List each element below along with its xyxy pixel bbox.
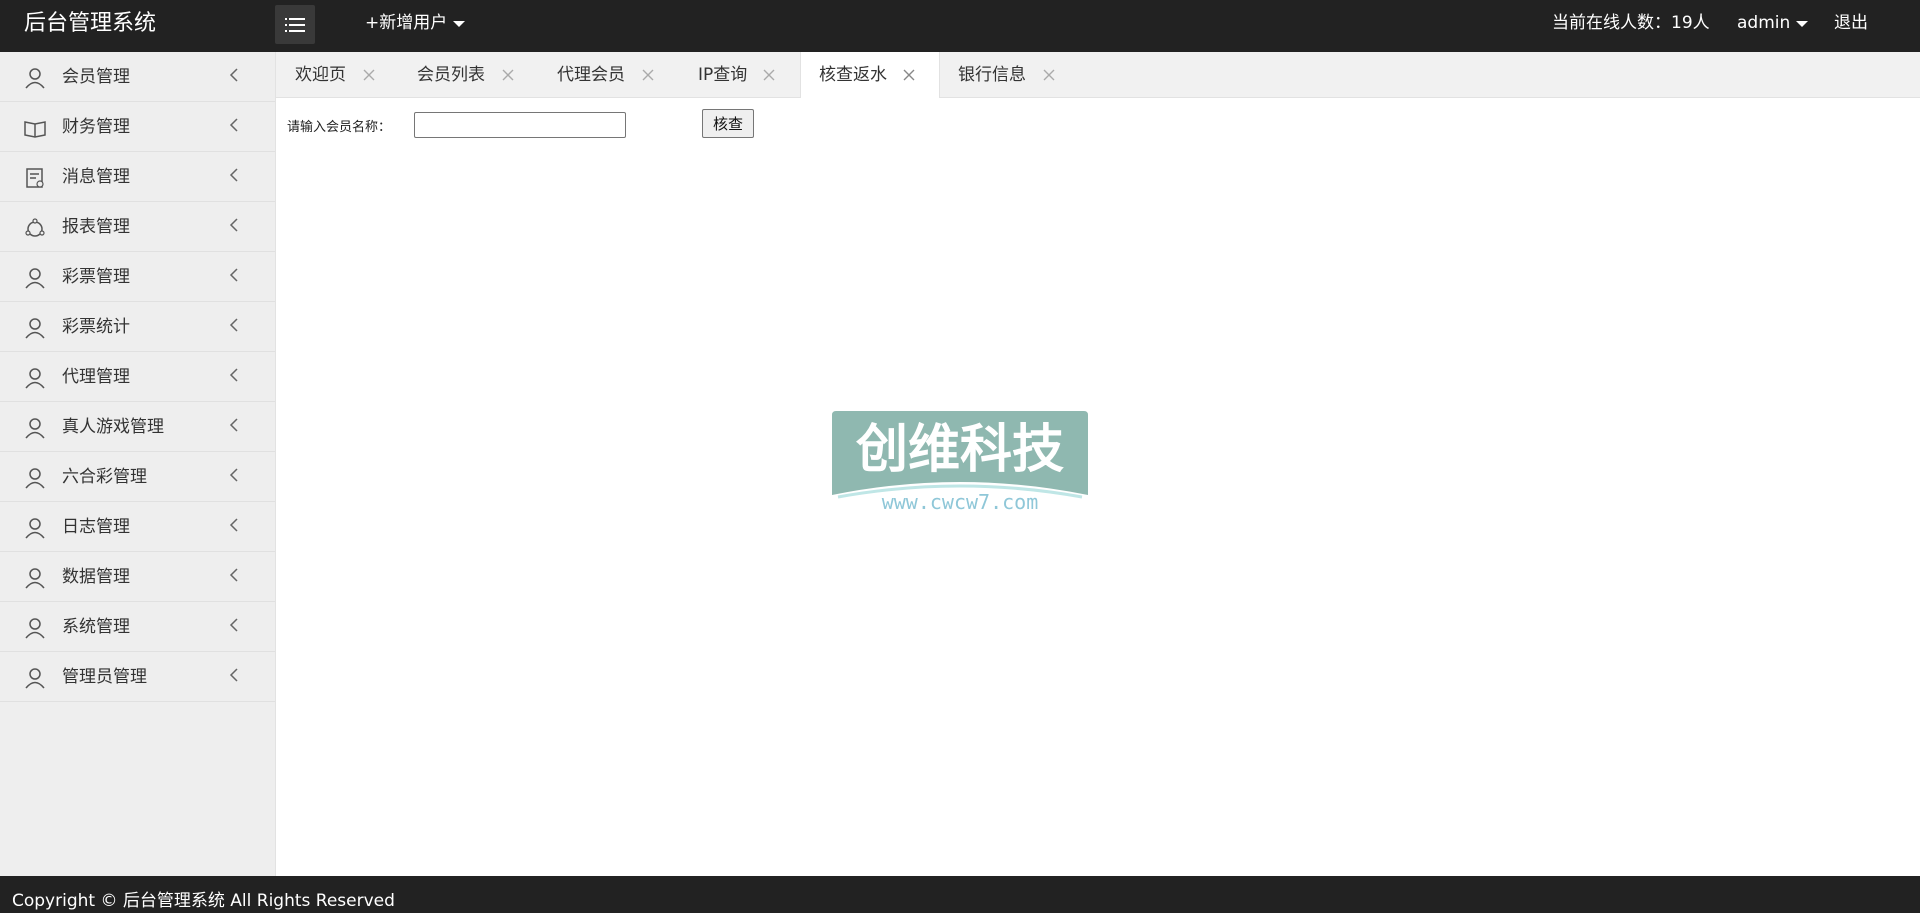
add-user-label: +新增用户 — [365, 13, 448, 33]
tab-check-rebate[interactable]: 核查返水 — [800, 52, 940, 99]
top-header: 后台管理系统 +新增用户 当前在线人数：19人 admin 退出 — [0, 0, 1920, 52]
user-icon — [25, 618, 45, 639]
watermark-url: www.cwcw7.com — [882, 490, 1039, 514]
sidebar-item-label: 报表管理 — [62, 217, 130, 237]
user-icon — [25, 368, 45, 389]
member-name-input[interactable] — [414, 112, 626, 138]
sidebar-item-finance[interactable]: 财务管理 — [0, 102, 275, 152]
chevron-left-icon — [229, 418, 238, 432]
sidebar-item-label: 系统管理 — [62, 617, 130, 637]
sidebar-item-lottery[interactable]: 彩票管理 — [0, 252, 275, 302]
sidebar-item-label: 管理员管理 — [62, 667, 147, 687]
user-icon — [25, 568, 45, 589]
sidebar-item-report[interactable]: 报表管理 — [0, 202, 275, 252]
sidebar-item-label: 日志管理 — [62, 517, 130, 537]
logout-link[interactable]: 退出 — [1834, 0, 1868, 47]
close-icon[interactable] — [1043, 69, 1055, 81]
sidebar-item-lottery-stats[interactable]: 彩票统计 — [0, 302, 275, 352]
chevron-left-icon — [229, 468, 238, 482]
sidebar-item-mark-six[interactable]: 六合彩管理 — [0, 452, 275, 502]
close-icon[interactable] — [363, 69, 375, 81]
sidebar-item-agent[interactable]: 代理管理 — [0, 352, 275, 402]
chevron-left-icon — [229, 618, 238, 632]
sidebar-item-label: 彩票管理 — [62, 267, 130, 287]
chevron-left-icon — [229, 368, 238, 382]
online-count: 当前在线人数：19人 — [1552, 13, 1710, 33]
check-button[interactable]: 核查 — [702, 109, 754, 138]
chevron-left-icon — [229, 668, 238, 682]
close-icon[interactable] — [502, 69, 514, 81]
sidebar-item-label: 会员管理 — [62, 67, 130, 87]
tab-bank-info[interactable]: 银行信息 — [958, 52, 1026, 98]
sidebar-item-live-game[interactable]: 真人游戏管理 — [0, 402, 275, 452]
chevron-left-icon — [229, 318, 238, 332]
member-name-label: 请输入会员名称： — [287, 120, 392, 135]
main-content: 请输入会员名称： 核查 创维科技 www.cwcw7.com — [276, 98, 1920, 876]
watermark-title: 创维科技 — [855, 420, 1064, 480]
tab-welcome[interactable]: 欢迎页 — [295, 52, 346, 98]
copyright-text: Copyright © 后台管理系统 All Rights Reserved — [12, 891, 395, 911]
tab-label: IP查询 — [698, 65, 748, 85]
chevron-left-icon — [229, 518, 238, 532]
tab-ip-query[interactable]: IP查询 — [698, 52, 747, 98]
chevron-left-icon — [229, 268, 238, 282]
sidebar-item-admin[interactable]: 管理员管理 — [0, 652, 275, 702]
sidebar-item-label: 消息管理 — [62, 167, 130, 187]
caret-down-icon — [1796, 20, 1809, 27]
tab-label: 银行信息 — [958, 65, 1026, 85]
sidebar-item-member[interactable]: 会员管理 — [0, 52, 275, 102]
close-icon[interactable] — [642, 69, 654, 81]
tab-agent-member[interactable]: 代理会员 — [557, 52, 625, 98]
sidebar-item-data[interactable]: 数据管理 — [0, 552, 275, 602]
menu-toggle-button[interactable] — [275, 5, 315, 44]
sidebar-item-label: 数据管理 — [62, 567, 130, 587]
chevron-left-icon — [229, 568, 238, 582]
watermark-logo: 创维科技 www.cwcw7.com — [832, 411, 1088, 514]
tab-member-list[interactable]: 会员列表 — [417, 52, 485, 98]
book-icon — [24, 121, 46, 138]
sidebar-item-label: 财务管理 — [62, 117, 130, 137]
sidebar-item-log[interactable]: 日志管理 — [0, 502, 275, 552]
sidebar-item-label: 六合彩管理 — [62, 467, 147, 487]
user-icon — [25, 468, 45, 489]
user-icon — [25, 418, 45, 439]
user-icon — [25, 68, 45, 89]
message-icon — [26, 168, 44, 188]
chevron-left-icon — [229, 168, 238, 182]
close-icon[interactable] — [903, 69, 915, 81]
user-icon — [25, 518, 45, 539]
add-user-dropdown[interactable]: +新增用户 — [365, 0, 466, 47]
sidebar-item-message[interactable]: 消息管理 — [0, 152, 275, 202]
tab-label: 欢迎页 — [295, 65, 346, 85]
footer: Copyright © 后台管理系统 All Rights Reserved — [0, 876, 1920, 913]
app-logo[interactable]: 后台管理系统 — [24, 0, 156, 47]
admin-label: admin — [1737, 13, 1791, 33]
chevron-left-icon — [229, 68, 238, 82]
menu-icon — [285, 17, 305, 32]
tab-label: 会员列表 — [417, 65, 485, 85]
user-icon — [25, 268, 45, 289]
report-icon — [25, 218, 45, 237]
sidebar-item-label: 代理管理 — [62, 367, 130, 387]
sidebar-item-label: 彩票统计 — [62, 317, 130, 337]
sidebar-item-label: 真人游戏管理 — [62, 417, 164, 437]
tab-bar: 欢迎页 会员列表 代理会员 IP查询 核查返水 银行信息 — [276, 52, 1920, 99]
tab-label: 代理会员 — [557, 65, 625, 85]
sidebar: 会员管理 财务管理 消息管理 报表管理 彩票管理 彩票统计 代理管理 真人游戏管… — [0, 52, 276, 876]
user-icon — [25, 318, 45, 339]
chevron-left-icon — [229, 218, 238, 232]
admin-dropdown[interactable]: admin — [1737, 0, 1809, 47]
sidebar-item-system[interactable]: 系统管理 — [0, 602, 275, 652]
close-icon[interactable] — [763, 69, 775, 81]
user-icon — [25, 668, 45, 689]
caret-down-icon — [453, 20, 466, 27]
tab-label: 核查返水 — [819, 65, 887, 85]
chevron-left-icon — [229, 118, 238, 132]
